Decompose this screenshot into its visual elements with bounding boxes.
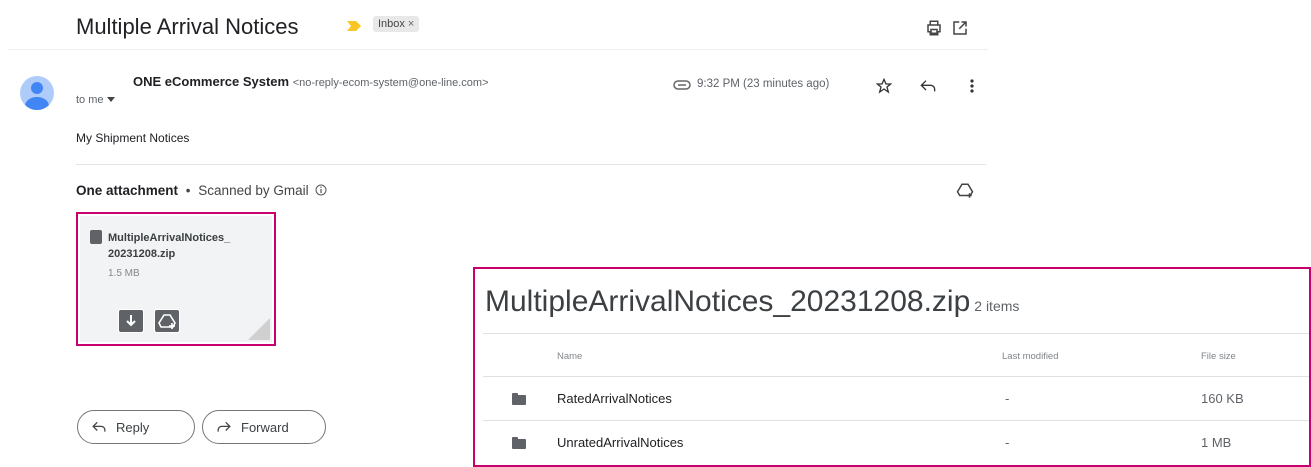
email-subject: Multiple Arrival Notices bbox=[76, 14, 299, 39]
email-timestamp: 9:32 PM (23 minutes ago) bbox=[697, 78, 830, 90]
open-in-new-window-icon[interactable] bbox=[951, 19, 969, 37]
zip-title: MultipleArrivalNotices_20231208.zip 2 ite… bbox=[485, 285, 1019, 319]
attachment-card[interactable]: MultipleArrivalNotices_ 20231208.zip 1.5… bbox=[76, 212, 276, 346]
chevron-down-icon bbox=[106, 97, 115, 102]
inbox-label-text: Inbox bbox=[378, 18, 405, 30]
zip-file-name: MultipleArrivalNotices_20231208.zip bbox=[485, 285, 971, 318]
folder-icon bbox=[512, 437, 526, 449]
attachment-preview: MultipleArrivalNotices_ 20231208.zip 1.5… bbox=[80, 216, 272, 342]
attachments-header: One attachment • Scanned by Gmail bbox=[76, 183, 327, 198]
folder-modified: - bbox=[1005, 435, 1010, 450]
recipient-toggle[interactable]: to me bbox=[76, 94, 115, 106]
download-icon bbox=[126, 315, 136, 327]
sender-email: <no-reply-ecom-system@one-line.com> bbox=[292, 77, 489, 89]
folder-modified: - bbox=[1005, 391, 1010, 406]
forward-button[interactable]: Forward bbox=[202, 410, 326, 444]
print-icon[interactable] bbox=[925, 19, 943, 37]
attachment-name-line1: MultipleArrivalNotices_ bbox=[108, 232, 231, 244]
folder-name[interactable]: RatedArrivalNotices bbox=[557, 391, 672, 406]
reply-button[interactable]: Reply bbox=[77, 410, 195, 444]
file-icon bbox=[90, 230, 102, 244]
reply-label: Reply bbox=[116, 419, 150, 435]
more-vert-icon[interactable] bbox=[969, 78, 975, 94]
reply-icon bbox=[92, 421, 106, 432]
label-icon bbox=[673, 80, 691, 90]
add-to-drive-icon bbox=[158, 314, 176, 329]
zip-item-count: 2 items bbox=[974, 298, 1020, 314]
zip-contents-preview: MultipleArrivalNotices_20231208.zip 2 ite… bbox=[473, 267, 1311, 467]
zip-row-divider bbox=[483, 420, 1309, 421]
sender-name: ONE eCommerce System bbox=[133, 74, 290, 89]
info-icon[interactable] bbox=[315, 184, 327, 196]
remove-label-icon[interactable]: × bbox=[408, 18, 414, 30]
add-to-drive-icon[interactable] bbox=[956, 182, 974, 200]
sender[interactable]: ONE eCommerce System <no-reply-ecom-syst… bbox=[133, 74, 489, 89]
column-file-size[interactable]: File size bbox=[1201, 351, 1236, 362]
reply-icon[interactable] bbox=[920, 79, 936, 93]
scanned-by-gmail: Scanned by Gmail bbox=[198, 183, 309, 198]
header-divider bbox=[8, 49, 988, 50]
email-body: My Shipment Notices bbox=[76, 131, 190, 145]
folder-icon bbox=[512, 393, 526, 405]
forward-icon bbox=[217, 421, 231, 432]
avatar[interactable] bbox=[20, 76, 54, 110]
zip-row-divider bbox=[483, 376, 1309, 377]
forward-label: Forward bbox=[241, 419, 289, 435]
important-marker-icon[interactable] bbox=[347, 21, 361, 31]
attachment-corner-fold bbox=[248, 318, 270, 340]
attachments-count: One attachment bbox=[76, 183, 179, 198]
folder-name[interactable]: UnratedArrivalNotices bbox=[557, 435, 683, 450]
attachment-file-name: MultipleArrivalNotices_ 20231208.zip bbox=[108, 230, 273, 262]
zip-header-divider bbox=[483, 333, 1309, 334]
download-button[interactable] bbox=[118, 309, 144, 333]
save-to-drive-button[interactable] bbox=[154, 309, 180, 333]
attachment-name-line2: 20231208.zip bbox=[108, 248, 176, 260]
recipient-text: to me bbox=[76, 94, 104, 106]
column-last-modified[interactable]: Last modified bbox=[1002, 351, 1059, 362]
attachments-divider bbox=[76, 164, 986, 165]
folder-size: 160 KB bbox=[1201, 391, 1244, 406]
folder-size: 1 MB bbox=[1201, 435, 1232, 450]
column-name[interactable]: Name bbox=[557, 351, 582, 362]
attachment-file-size: 1.5 MB bbox=[108, 268, 140, 279]
avatar-person-icon bbox=[25, 82, 49, 110]
inbox-label-chip[interactable]: Inbox × bbox=[373, 16, 420, 32]
attachments-separator: • bbox=[185, 183, 191, 198]
star-icon[interactable] bbox=[876, 78, 892, 94]
